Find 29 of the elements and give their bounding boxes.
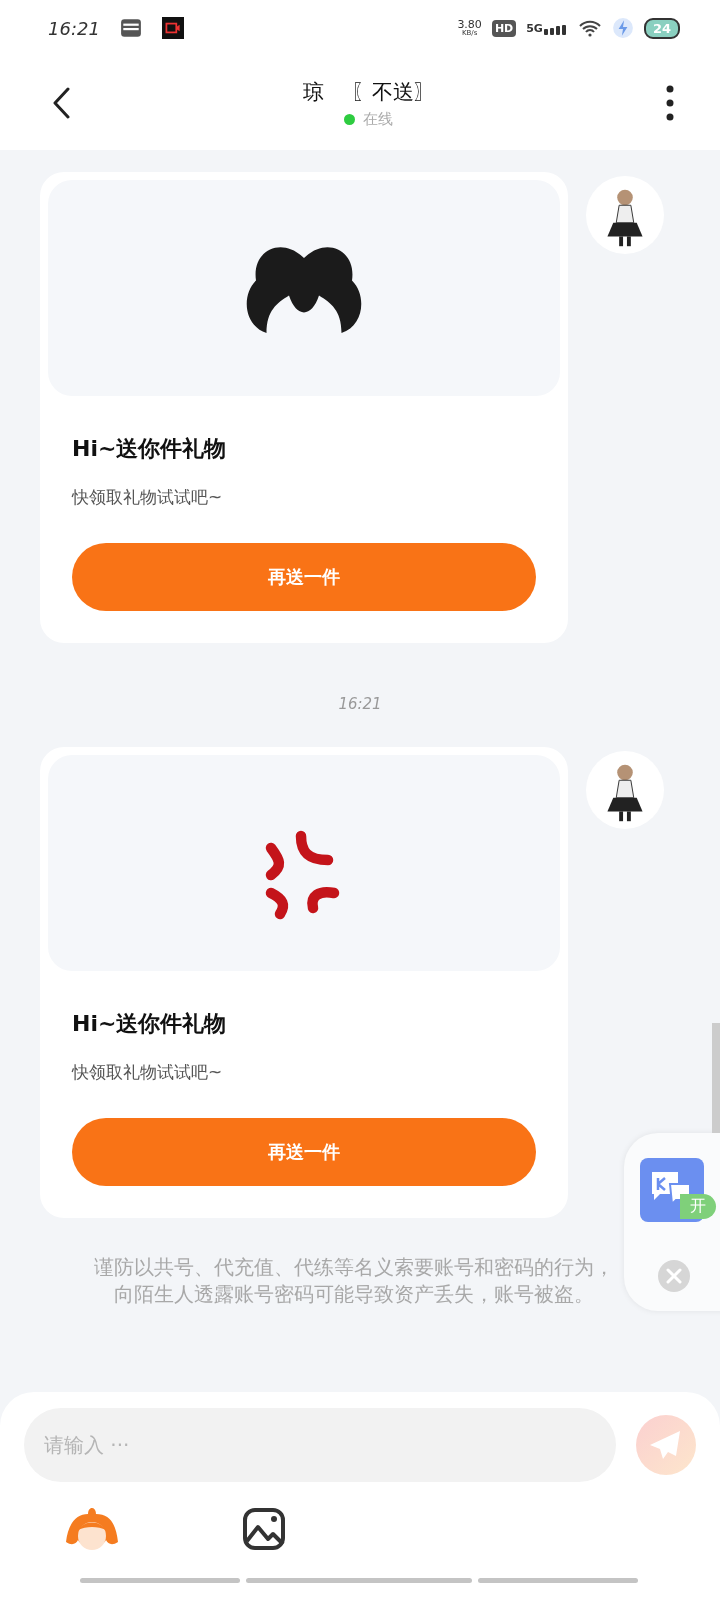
- signal-icon: [543, 24, 568, 35]
- wifi-icon: [577, 19, 602, 37]
- image-icon[interactable]: [242, 1507, 286, 1551]
- network-speed: 3.80: [457, 19, 482, 30]
- message-input[interactable]: 请输入 ···: [24, 1408, 616, 1482]
- gift-subtitle: 快领取礼物试试吧~: [72, 486, 224, 509]
- more-icon[interactable]: [666, 85, 674, 121]
- avatar-figure-icon: [586, 176, 664, 254]
- gift-title: Hi~送你件礼物: [72, 435, 228, 463]
- lightning-icon: [611, 17, 634, 39]
- network-type: 5G: [526, 21, 543, 35]
- contact-name: 琼 〖不送〗: [303, 78, 435, 106]
- anger-icon: [265, 830, 340, 920]
- hd-badge: HD: [491, 19, 517, 37]
- send-another-button[interactable]: 再送一件: [72, 1118, 536, 1186]
- card-icon: [119, 17, 142, 39]
- back-icon[interactable]: [52, 87, 72, 119]
- gift-subtitle: 快领取礼物试试吧~: [72, 1061, 224, 1084]
- battery-indicator: 24: [643, 17, 680, 39]
- online-status: 在线: [363, 109, 394, 129]
- hair-icon: [246, 247, 362, 333]
- clock-time: 16:21: [48, 17, 100, 39]
- safety-notice: 谨防以共号、代充值、代练等名义索要账号和密码的行为，向陌生人透露账号密码可能导致资产丢失，账号被盗。: [93, 1254, 615, 1308]
- message-time: 16:21: [338, 695, 382, 713]
- toggle-badge: 开: [680, 1194, 716, 1219]
- gift-title: Hi~送你件礼物: [72, 1010, 228, 1038]
- avatar-figure-icon: [586, 751, 664, 829]
- send-another-button[interactable]: 再送一件: [72, 543, 536, 611]
- video-icon: [161, 17, 184, 39]
